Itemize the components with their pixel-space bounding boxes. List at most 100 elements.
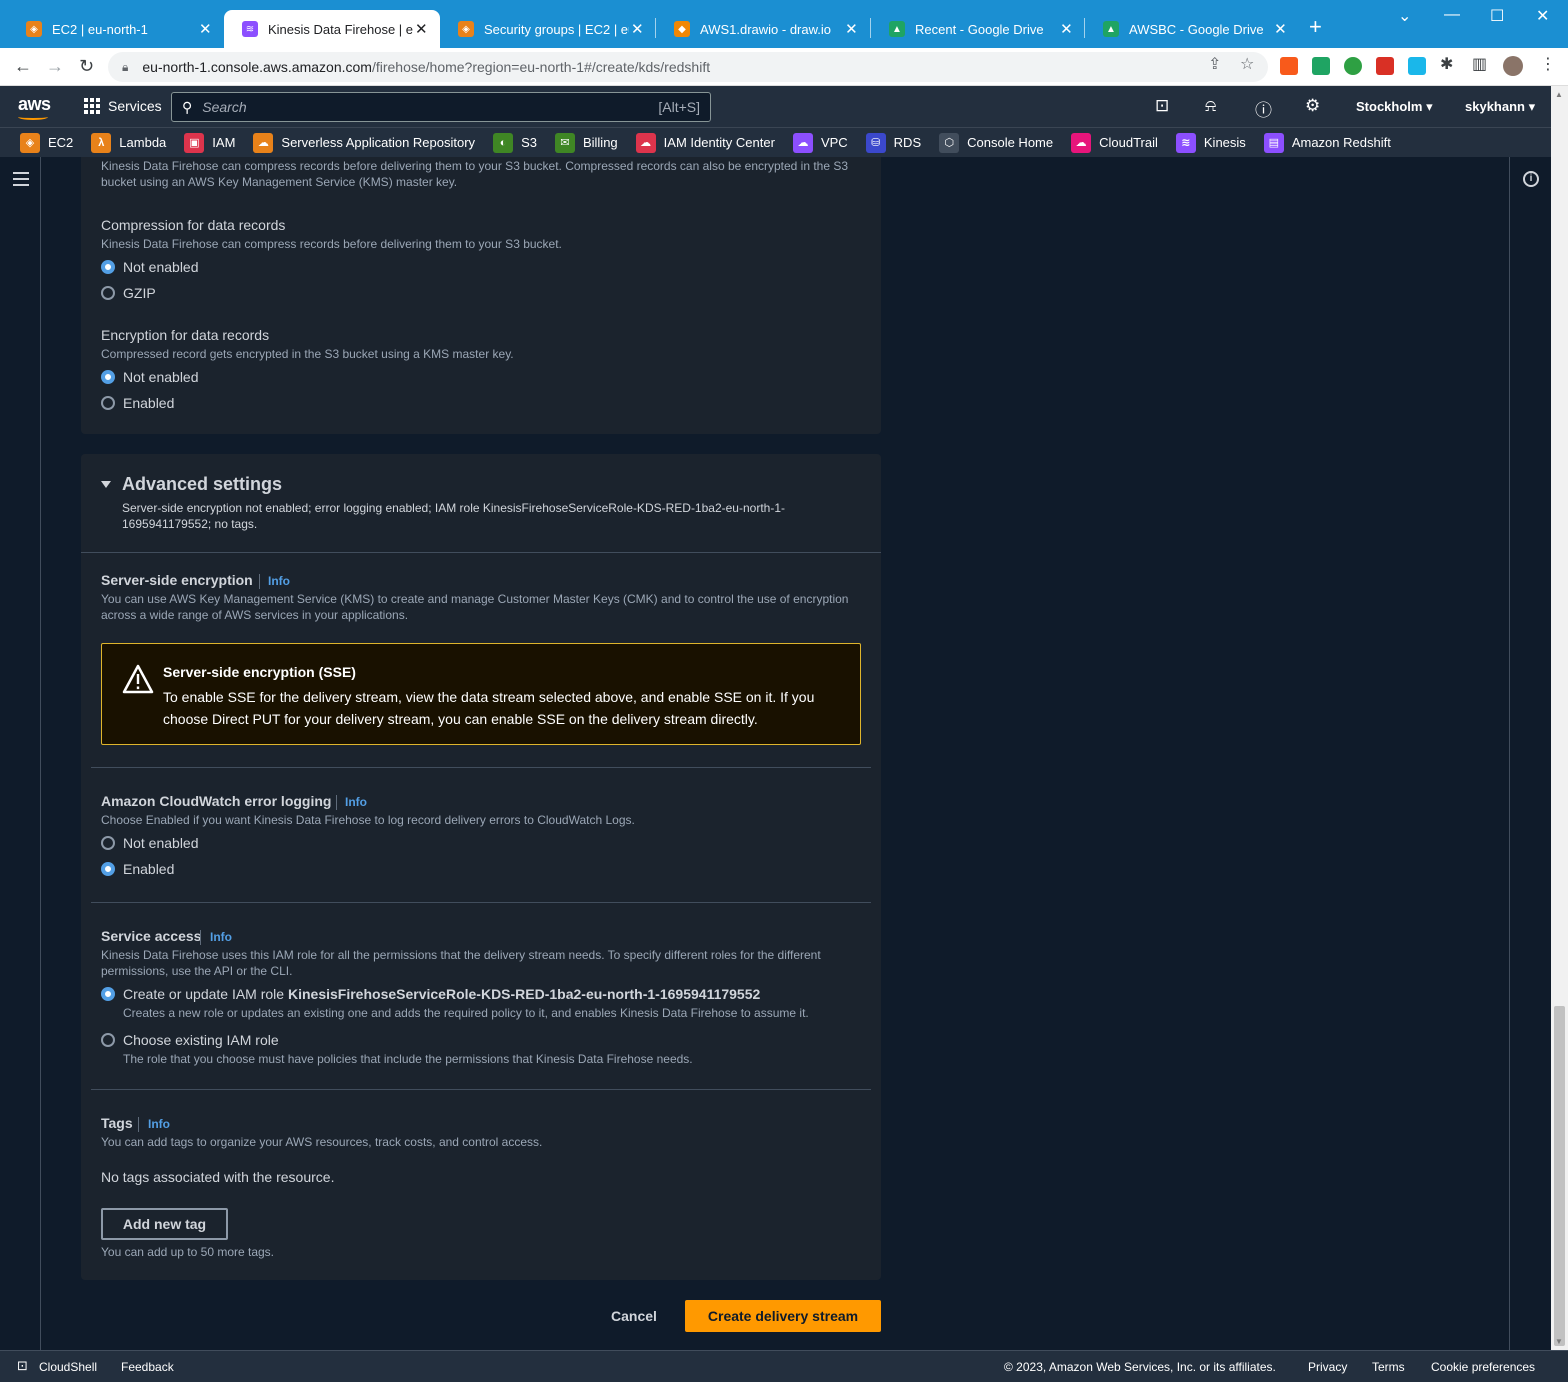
- encryption-enabled-label[interactable]: Enabled: [123, 395, 174, 411]
- close-window-icon[interactable]: ✕: [1536, 6, 1549, 26]
- close-tab-icon[interactable]: ✕: [843, 20, 860, 38]
- ec2-favicon-icon: ◈: [26, 21, 42, 37]
- aws-top-nav: aws Services ⚲ Search [Alt+S] ⊡ ⍾ ⓘ ⚙ St…: [0, 86, 1568, 127]
- browser-tab-security-groups[interactable]: ◈ Security groups | EC2 | eu-n ✕: [440, 10, 656, 48]
- close-tab-icon[interactable]: ✕: [1058, 20, 1075, 38]
- url-field[interactable]: 🔒︎ eu-north-1.console.aws.amazon.com/fir…: [108, 52, 1268, 82]
- aws-logo[interactable]: aws: [18, 94, 51, 120]
- scroll-up-icon[interactable]: ▲: [1555, 90, 1563, 99]
- choose-existing-role-radio[interactable]: [101, 1033, 115, 1047]
- cloudshell-icon[interactable]: ⊡: [1155, 96, 1169, 116]
- create-iam-role-label[interactable]: Create or update IAM role KinesisFirehos…: [123, 986, 760, 1002]
- favorite-vpc[interactable]: ☁ VPC: [792, 132, 848, 153]
- side-panel-icon[interactable]: ▥: [1472, 54, 1487, 74]
- search-input[interactable]: ⚲ Search [Alt+S]: [171, 92, 711, 122]
- terms-link[interactable]: Terms: [1372, 1360, 1405, 1374]
- puzzle-extensions-icon[interactable]: ✱: [1440, 54, 1453, 74]
- scrollbar-thumb[interactable]: [1554, 1006, 1565, 1346]
- tab-title: Security groups | EC2 | eu-n: [484, 21, 629, 37]
- close-tab-icon[interactable]: ✕: [1272, 20, 1289, 38]
- info-panel-icon[interactable]: i: [1523, 171, 1539, 187]
- logging-enabled-radio[interactable]: [101, 862, 115, 876]
- close-tab-icon[interactable]: ✕: [629, 20, 646, 38]
- menu-hamburger-icon[interactable]: [13, 172, 29, 190]
- tags-info-link[interactable]: Info: [148, 1117, 170, 1131]
- favorite-amazon-redshift[interactable]: ▤ Amazon Redshift: [1263, 132, 1391, 153]
- advanced-settings-heading[interactable]: Advanced settings: [122, 474, 282, 495]
- google-drive-extension-icon[interactable]: [1312, 57, 1330, 75]
- favorite-billing[interactable]: ✉ Billing: [554, 132, 618, 153]
- cloudshell-footer-icon[interactable]: ⊡: [17, 1358, 28, 1374]
- encryption-not-enabled-radio[interactable]: [101, 370, 115, 384]
- create-iam-role-radio[interactable]: [101, 987, 115, 1001]
- favorite-lambda[interactable]: λ Lambda: [91, 132, 166, 153]
- region-selector[interactable]: Stockholm ▾: [1356, 99, 1433, 115]
- encryption-not-enabled-label[interactable]: Not enabled: [123, 369, 199, 385]
- forward-arrow-icon[interactable]: →: [46, 56, 64, 77]
- feedback-link[interactable]: Feedback: [121, 1360, 174, 1374]
- profile-avatar[interactable]: [1503, 56, 1523, 76]
- caret-down-icon[interactable]: [101, 481, 111, 488]
- browser-tab-drawio[interactable]: ◆ AWS1.drawio - draw.io ✕: [656, 10, 870, 48]
- close-tab-icon[interactable]: ✕: [197, 20, 214, 38]
- compression-not-enabled-label[interactable]: Not enabled: [123, 259, 199, 275]
- browser-menu-icon[interactable]: ⋮: [1540, 54, 1556, 74]
- page-scrollbar[interactable]: ▲ ▼: [1551, 86, 1568, 1350]
- cancel-button[interactable]: Cancel: [611, 1308, 657, 1324]
- bookmark-star-icon[interactable]: ☆: [1240, 54, 1254, 74]
- favorite-cloudtrail[interactable]: ☁ CloudTrail: [1071, 132, 1158, 153]
- favorite-rds[interactable]: ⛁ RDS: [865, 132, 921, 153]
- sse-info-link[interactable]: Info: [268, 574, 290, 588]
- new-tab-icon[interactable]: +: [1309, 14, 1322, 40]
- scroll-down-icon[interactable]: ▼: [1555, 1337, 1563, 1346]
- close-tab-icon[interactable]: ✕: [413, 20, 430, 38]
- billing-icon: ✉: [554, 132, 575, 153]
- reload-icon[interactable]: ↻: [79, 56, 94, 77]
- privacy-link[interactable]: Privacy: [1308, 1360, 1347, 1374]
- cookie-preferences-link[interactable]: Cookie preferences: [1431, 1360, 1535, 1374]
- encryption-enabled-radio[interactable]: [101, 396, 115, 410]
- vimeo-extension-icon[interactable]: [1408, 57, 1426, 75]
- compression-gzip-radio[interactable]: [101, 286, 115, 300]
- notifications-bell-icon[interactable]: ⍾: [1205, 96, 1216, 116]
- back-arrow-icon[interactable]: ←: [14, 56, 32, 77]
- add-new-tag-button[interactable]: Add new tag: [101, 1208, 228, 1240]
- cloudshell-link[interactable]: CloudShell: [39, 1360, 97, 1374]
- logging-not-enabled-radio[interactable]: [101, 836, 115, 850]
- service-access-info-link[interactable]: Info: [210, 930, 232, 944]
- browser-tab-bar: ◈ EC2 | eu-north-1 ✕ ≋ Kinesis Data Fire…: [0, 0, 1568, 48]
- choose-existing-role-label[interactable]: Choose existing IAM role: [123, 1032, 279, 1048]
- browser-tab-google-drive-recent[interactable]: ▲ Recent - Google Drive ✕: [871, 10, 1085, 48]
- favorite-kinesis[interactable]: ≋ Kinesis: [1175, 132, 1246, 153]
- logging-not-enabled-label[interactable]: Not enabled: [123, 835, 199, 851]
- browser-tab-firehose[interactable]: ≋ Kinesis Data Firehose | eu-n ✕: [224, 10, 440, 48]
- favorite-ec2[interactable]: ◈ EC2: [20, 132, 73, 153]
- megaphone-extension-icon[interactable]: [1376, 57, 1394, 75]
- favorite-iam[interactable]: ▣ IAM: [184, 132, 235, 153]
- compression-not-enabled-radio[interactable]: [101, 260, 115, 274]
- account-menu[interactable]: skykhann ▾: [1465, 99, 1535, 115]
- aws-logo-text: aws: [18, 94, 51, 114]
- url-path: /firehose/home?region=eu-north-1#/create…: [371, 59, 711, 75]
- maximize-icon[interactable]: ☐: [1490, 6, 1504, 26]
- settings-gear-icon[interactable]: ⚙: [1305, 96, 1320, 116]
- extension-icon[interactable]: [1280, 57, 1298, 75]
- favorite-s3[interactable]: ◐ S3: [493, 132, 537, 153]
- favorite-serverless-app-repo[interactable]: ☁ Serverless Application Repository: [253, 132, 475, 153]
- compression-gzip-label[interactable]: GZIP: [123, 285, 156, 301]
- minimize-icon[interactable]: —: [1444, 6, 1460, 24]
- create-delivery-stream-button[interactable]: Create delivery stream: [685, 1300, 881, 1332]
- favorite-console-home[interactable]: ⬡ Console Home: [939, 132, 1053, 153]
- browser-tab-ec2[interactable]: ◈ EC2 | eu-north-1 ✕: [8, 10, 224, 48]
- service-access-description-2: permissions, use the API or the CLI.: [101, 964, 293, 978]
- share-icon[interactable]: ⇪: [1208, 54, 1221, 74]
- cloudtrail-icon: ☁: [1071, 132, 1092, 153]
- favorite-iam-identity-center[interactable]: ☁ IAM Identity Center: [635, 132, 775, 153]
- browser-tab-google-drive-awsbc[interactable]: ▲ AWSBC - Google Drive ✕: [1085, 10, 1299, 48]
- tab-search-chevron-icon[interactable]: ⌄: [1398, 6, 1411, 26]
- cloudwatch-info-link[interactable]: Info: [345, 795, 367, 809]
- services-menu-button[interactable]: Services: [84, 98, 162, 114]
- extension-icon[interactable]: [1344, 57, 1362, 75]
- logging-enabled-label[interactable]: Enabled: [123, 861, 174, 877]
- help-icon[interactable]: ⓘ: [1255, 96, 1272, 121]
